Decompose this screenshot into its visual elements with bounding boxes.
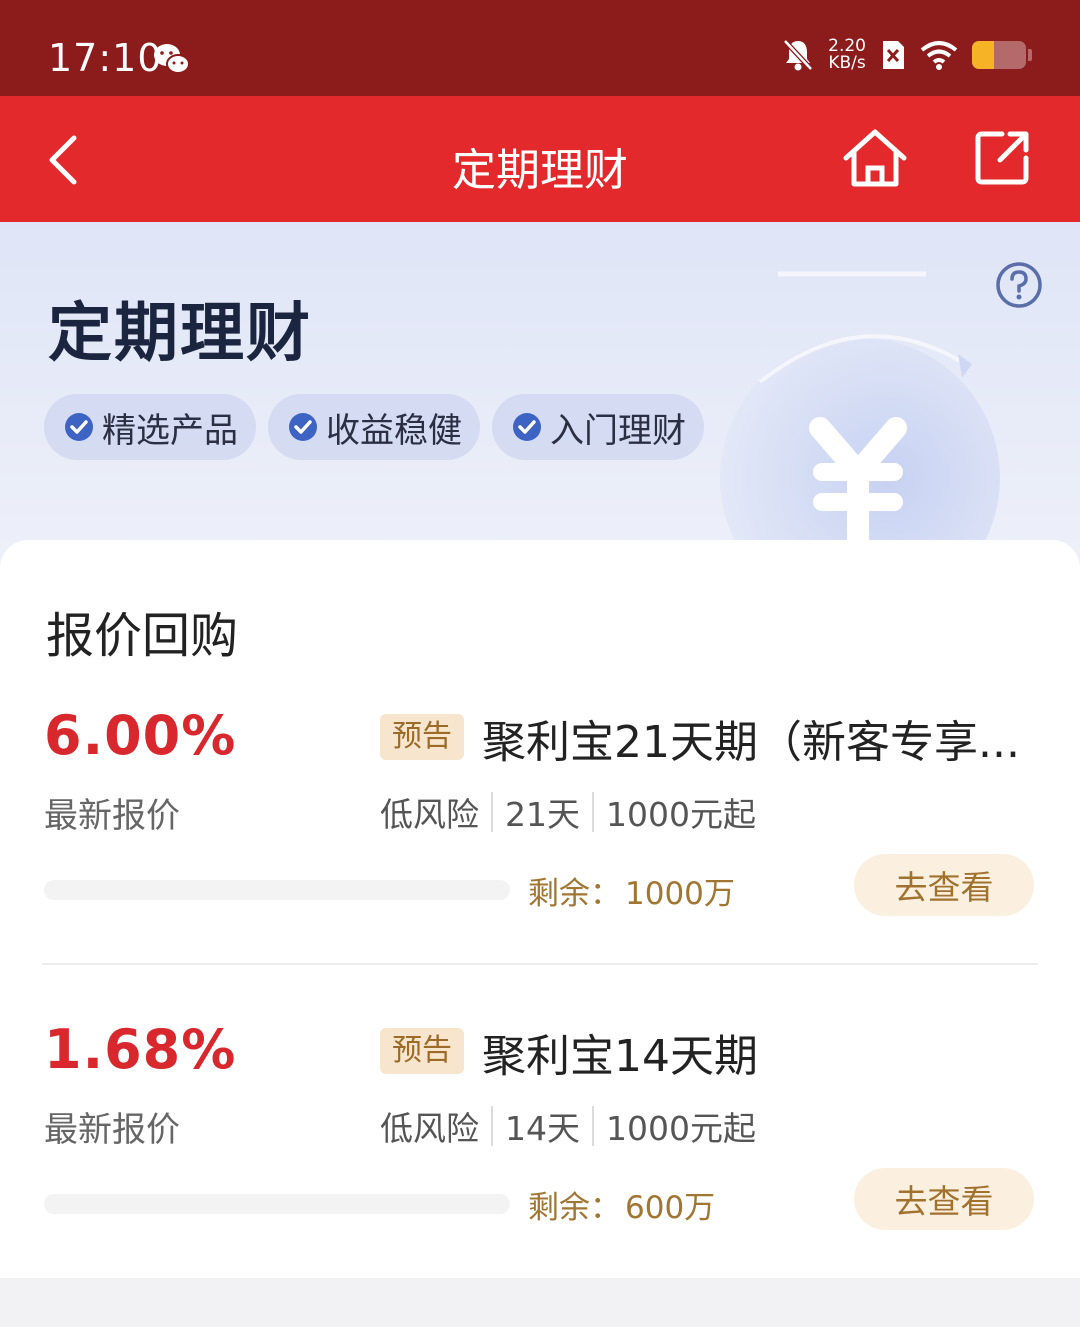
product-rate: 6.00% xyxy=(44,704,237,767)
yuan-bag-icon xyxy=(720,271,1000,562)
hero-banner: 定期理财 精选产品 收益稳健 入门理财 xyxy=(0,222,1080,562)
banner-title: 定期理财 xyxy=(48,297,312,371)
section-title: 报价回购 xyxy=(46,608,239,664)
remaining-value: 600万 xyxy=(625,1190,716,1226)
divider xyxy=(42,963,1038,965)
product-name[interactable]: 聚利宝14天期 xyxy=(482,1020,1042,1084)
check-circle-icon xyxy=(513,413,541,441)
quota-progress-bar xyxy=(44,1194,510,1214)
remaining-quota: 剩余： 600万 xyxy=(528,1182,715,1227)
remaining-value: 1000万 xyxy=(625,876,735,912)
check-circle-icon xyxy=(65,413,93,441)
preview-badge: 预告 xyxy=(380,1028,464,1074)
meta-separator xyxy=(592,792,594,832)
risk-level: 低风险 xyxy=(380,795,479,834)
net-speed: 2.20 KB/s xyxy=(828,38,866,72)
tag-label: 精选产品 xyxy=(102,410,238,451)
check-circle-icon xyxy=(289,413,317,441)
remaining-label: 剩余： xyxy=(528,1190,621,1226)
meta-separator xyxy=(592,1106,594,1146)
status-bar: 17:10 2.20 KB/s xyxy=(0,0,1080,96)
term: 21天 xyxy=(505,795,580,834)
rate-label: 最新报价 xyxy=(44,796,180,836)
feature-tags: 精选产品 收益稳健 入门理财 xyxy=(44,394,704,460)
share-icon[interactable] xyxy=(972,126,1034,188)
product-item[interactable]: 6.00% 最新报价 预告 聚利宝21天期（新客专享... 低风险 21天 10… xyxy=(0,704,1080,994)
quota-progress-bar xyxy=(44,880,510,900)
remaining-label: 剩余： xyxy=(528,876,621,912)
tag-beginner: 入门理财 xyxy=(492,394,704,460)
nav-bar: 定期理财 xyxy=(0,96,1080,222)
tag-stable: 收益稳健 xyxy=(268,394,480,460)
min-amount: 1000元起 xyxy=(606,1109,756,1148)
product-item[interactable]: 1.68% 最新报价 预告 聚利宝14天期 低风险 14天 1000元起 剩余：… xyxy=(0,1018,1080,1308)
wifi-icon xyxy=(920,41,958,70)
battery-icon xyxy=(972,41,1026,69)
help-icon[interactable] xyxy=(994,260,1044,310)
product-meta: 低风险 21天 1000元起 xyxy=(380,788,756,836)
battery-level xyxy=(972,41,994,69)
term: 14天 xyxy=(505,1109,580,1148)
tag-label: 入门理财 xyxy=(550,410,686,451)
product-rate: 1.68% xyxy=(44,1018,237,1081)
rate-label: 最新报价 xyxy=(44,1110,180,1150)
product-meta: 低风险 14天 1000元起 xyxy=(380,1102,756,1150)
risk-level: 低风险 xyxy=(380,1109,479,1148)
product-name[interactable]: 聚利宝21天期（新客专享... xyxy=(482,706,1042,770)
tag-label: 收益稳健 xyxy=(326,410,462,451)
view-button[interactable]: 去查看 xyxy=(854,1168,1034,1230)
product-card: 报价回购 6.00% 最新报价 预告 聚利宝21天期（新客专享... 低风险 2… xyxy=(0,540,1080,1278)
meta-separator xyxy=(491,792,493,832)
view-button[interactable]: 去查看 xyxy=(854,854,1034,916)
preview-badge: 预告 xyxy=(380,714,464,760)
status-indicators: 2.20 KB/s xyxy=(782,38,1032,72)
nav-title: 定期理财 xyxy=(452,145,628,196)
status-time: 17:10 xyxy=(48,36,163,80)
bell-muted-icon xyxy=(783,39,813,71)
min-amount: 1000元起 xyxy=(606,795,756,834)
tag-featured: 精选产品 xyxy=(44,394,256,460)
battery-tip xyxy=(1028,49,1032,61)
wechat-icon xyxy=(154,44,190,74)
sim-x-icon xyxy=(883,41,904,69)
net-speed-unit: KB/s xyxy=(828,53,866,73)
home-icon[interactable] xyxy=(840,126,910,190)
meta-separator xyxy=(491,1106,493,1146)
remaining-quota: 剩余： 1000万 xyxy=(528,868,735,913)
